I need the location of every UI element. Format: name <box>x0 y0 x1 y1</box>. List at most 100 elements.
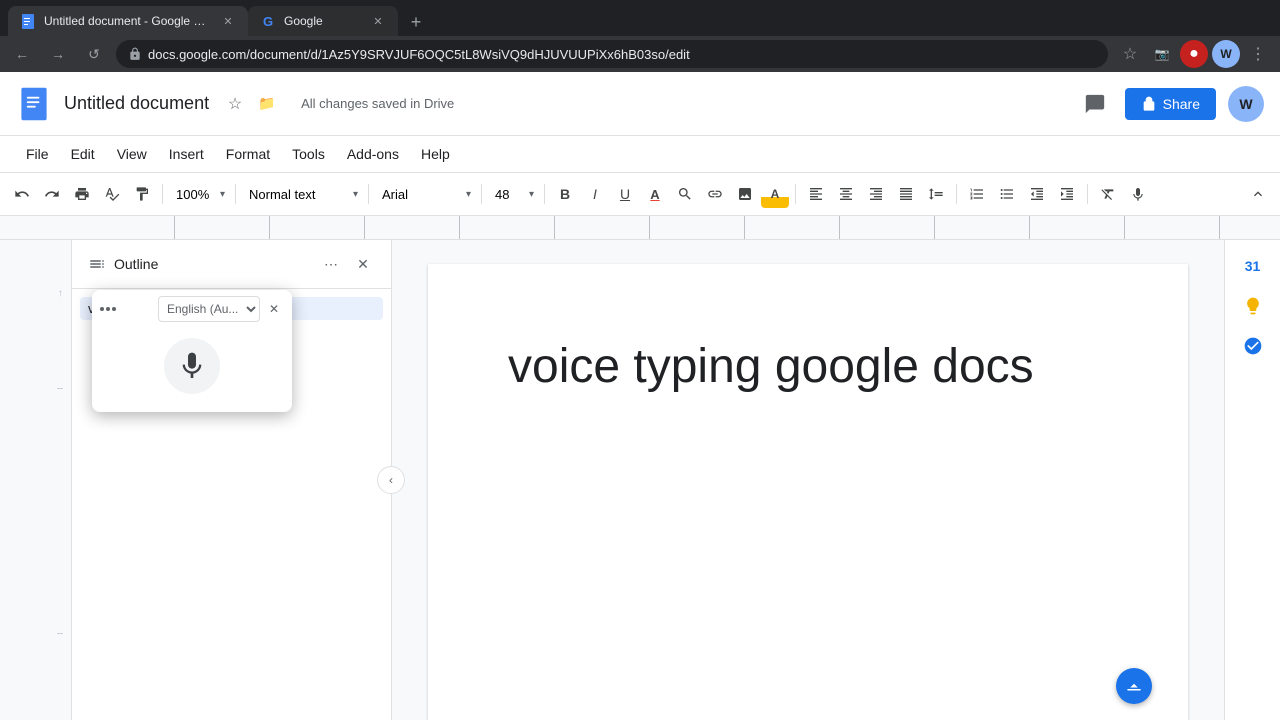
user-avatar[interactable]: W <box>1228 86 1264 122</box>
font-size-select[interactable]: 48 10111214 18243648 <box>488 184 531 205</box>
menu-help[interactable]: Help <box>411 142 460 166</box>
google-tab-favicon: G <box>260 13 276 29</box>
dot-1 <box>100 307 104 311</box>
divider-7 <box>956 184 957 204</box>
divider-1 <box>162 184 163 204</box>
menu-view[interactable]: View <box>107 142 157 166</box>
voice-mic-button[interactable] <box>164 338 220 394</box>
numbered-list-button[interactable] <box>963 180 991 208</box>
tab-google[interactable]: G Google ✕ <box>248 6 398 36</box>
toolbar: 100% 75% 125% 150% Normal text Heading 1… <box>0 172 1280 216</box>
bold-button[interactable]: B <box>551 180 579 208</box>
autosave-status: All changes saved in Drive <box>301 96 454 111</box>
new-tab-button[interactable]: + <box>402 8 430 36</box>
redo-button[interactable] <box>38 180 66 208</box>
voice-panel-dots <box>100 307 116 311</box>
margin-num-3: ╌ <box>57 629 63 640</box>
bulleted-list-button[interactable] <box>993 180 1021 208</box>
print-button[interactable] <box>68 180 96 208</box>
tab-docs[interactable]: Untitled document - Google Doc... ✕ <box>8 6 248 36</box>
menu-format[interactable]: Format <box>216 142 280 166</box>
video-button[interactable]: 📷 <box>1148 40 1176 68</box>
folder-button[interactable]: 📁 <box>253 90 281 118</box>
header-right: Share W <box>1077 86 1264 122</box>
sidebar-collapse-button[interactable]: ‹ <box>377 466 405 494</box>
voice-panel-header: English (Au... English (US) English (UK)… <box>92 290 292 326</box>
paint-format-button[interactable] <box>128 180 156 208</box>
zoom-select-wrapper[interactable]: 100% 75% 125% 150% <box>169 184 229 205</box>
doc-content[interactable]: voice typing google docs <box>508 336 1108 398</box>
docs-logo-icon <box>16 86 52 122</box>
menu-insert[interactable]: Insert <box>159 142 214 166</box>
tab-docs-close[interactable]: ✕ <box>220 13 236 29</box>
star-doc-button[interactable]: ☆ <box>221 90 249 118</box>
voice-mic-area <box>92 326 292 412</box>
bottom-controls <box>1116 668 1152 704</box>
tab-google-close[interactable]: ✕ <box>370 13 386 29</box>
document-area[interactable]: voice typing google docs <box>392 240 1224 720</box>
browser-profile-avatar[interactable]: W <box>1212 40 1240 68</box>
highlight-button[interactable] <box>671 180 699 208</box>
menu-addons[interactable]: Add-ons <box>337 142 409 166</box>
link-button[interactable] <box>701 180 729 208</box>
bg-color-button[interactable]: A <box>761 180 789 208</box>
align-right-button[interactable] <box>862 180 890 208</box>
doc-page: voice typing google docs <box>428 264 1188 720</box>
voice-input-button[interactable] <box>1124 180 1152 208</box>
menu-edit[interactable]: Edit <box>61 142 105 166</box>
ruler <box>0 216 1280 240</box>
reload-button[interactable]: ↺ <box>80 40 108 68</box>
url-text: docs.google.com/document/d/1Az5Y9SRVJUF6… <box>148 47 690 62</box>
sidebar-close-button[interactable]: ✕ <box>351 252 375 276</box>
address-bar: ← → ↺ docs.google.com/document/d/1Az5Y9S… <box>0 36 1280 72</box>
style-select[interactable]: Normal text Heading 1 Heading 2 Heading … <box>242 184 337 205</box>
divider-3 <box>368 184 369 204</box>
zoom-select[interactable]: 100% 75% 125% 150% <box>169 184 231 205</box>
tasks-button[interactable] <box>1235 328 1271 364</box>
tab-bar: Untitled document - Google Doc... ✕ G Go… <box>0 0 1280 36</box>
menu-tools[interactable]: Tools <box>282 142 335 166</box>
toolbar-expand-button[interactable] <box>1244 180 1272 208</box>
app-header: Untitled document ☆ 📁 All changes saved … <box>0 72 1280 136</box>
underline-button[interactable]: U <box>611 180 639 208</box>
star-button[interactable]: ☆ <box>1116 40 1144 68</box>
italic-button[interactable]: I <box>581 180 609 208</box>
app-shell: Untitled document ☆ 📁 All changes saved … <box>0 72 1280 720</box>
align-left-button[interactable] <box>802 180 830 208</box>
calendar-button[interactable]: 31 <box>1235 248 1271 284</box>
share-lock-icon <box>1141 96 1157 112</box>
size-select-wrapper[interactable]: 48 10111214 18243648 <box>488 184 538 205</box>
sidebar-title: Outline <box>114 256 311 272</box>
text-color-button[interactable]: A <box>641 180 669 208</box>
indent-more-button[interactable] <box>1053 180 1081 208</box>
tab-docs-title: Untitled document - Google Doc... <box>44 14 212 28</box>
back-button[interactable]: ← <box>8 40 36 68</box>
font-select-wrapper[interactable]: Arial Times New Roman Courier New <box>375 184 475 205</box>
url-bar[interactable]: docs.google.com/document/d/1Az5Y9SRVJUF6… <box>116 40 1108 68</box>
share-button[interactable]: Share <box>1125 88 1216 120</box>
magic-button[interactable] <box>1116 668 1152 704</box>
sidebar-header: Outline ⋯ ✕ <box>72 240 391 289</box>
browser-menu-button[interactable]: ⋮ <box>1244 40 1272 68</box>
chat-button[interactable] <box>1077 86 1113 122</box>
undo-button[interactable] <box>8 180 36 208</box>
divider-6 <box>795 184 796 204</box>
image-button[interactable] <box>731 180 759 208</box>
voice-language-select[interactable]: English (Au... English (US) English (UK) <box>158 296 260 322</box>
document-title[interactable]: Untitled document <box>64 93 209 114</box>
explore-button[interactable] <box>1235 288 1271 324</box>
align-center-button[interactable] <box>832 180 860 208</box>
margin-num-2: ↑ <box>58 288 63 299</box>
forward-button[interactable]: → <box>44 40 72 68</box>
line-spacing-button[interactable] <box>922 180 950 208</box>
menu-file[interactable]: File <box>16 142 59 166</box>
tab-google-title: Google <box>284 14 362 28</box>
indent-less-button[interactable] <box>1023 180 1051 208</box>
spellcheck-button[interactable] <box>98 180 126 208</box>
style-select-wrapper[interactable]: Normal text Heading 1 Heading 2 Heading … <box>242 184 362 205</box>
clear-format-button[interactable] <box>1094 180 1122 208</box>
justify-button[interactable] <box>892 180 920 208</box>
sidebar-options-button[interactable]: ⋯ <box>319 252 343 276</box>
extensions-button[interactable]: ● <box>1180 40 1208 68</box>
voice-panel-close-button[interactable]: ✕ <box>264 299 284 319</box>
